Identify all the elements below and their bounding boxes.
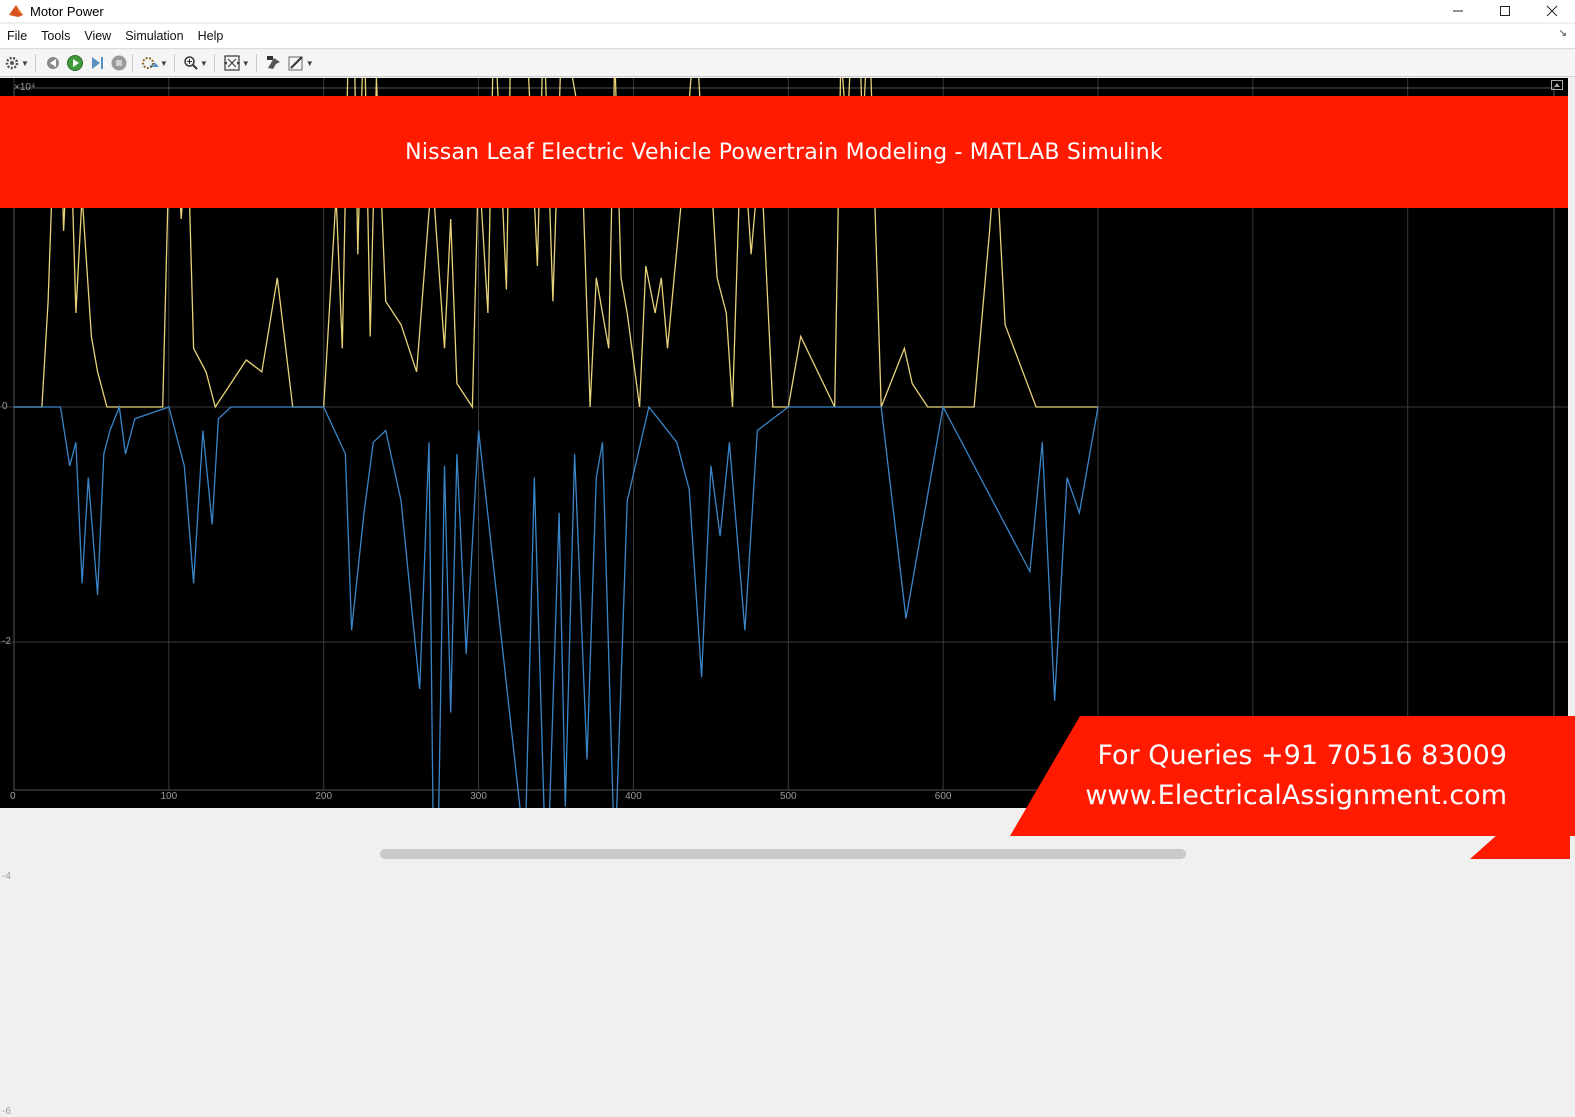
highlight-block-icon [266, 56, 280, 69]
minimize-icon [1452, 10, 1463, 12]
signal-selector-icon [141, 57, 159, 69]
banner-title: Nissan Leaf Electric Vehicle Powertrain … [405, 139, 1163, 165]
menu-view[interactable]: View [77, 24, 118, 48]
window-titlebar: Motor Power [0, 0, 1575, 22]
menu-simulation[interactable]: Simulation [118, 24, 190, 48]
autoscale-button[interactable]: ▼ [223, 52, 252, 74]
contact-overlay: For Queries +91 70516 83009 www.Electric… [1010, 716, 1575, 836]
signal-selector-button[interactable]: ▼ [141, 52, 170, 74]
toolbar: ▼ ▼ ▼ ▼ ▼ [0, 50, 1575, 77]
menu-help[interactable]: Help [191, 24, 231, 48]
chevron-down-icon[interactable]: ▼ [242, 59, 250, 68]
zoom-button[interactable]: ▼ [183, 52, 210, 74]
y-tick-label: -4 [2, 871, 11, 882]
x-tick-label: 400 [625, 791, 642, 802]
chevron-down-icon[interactable]: ▼ [200, 59, 208, 68]
title-banner: Nissan Leaf Electric Vehicle Powertrain … [0, 96, 1568, 208]
step-back-icon [46, 57, 59, 69]
x-tick-label: 500 [779, 791, 797, 802]
step-forward-icon [91, 57, 103, 69]
maximize-icon [1499, 6, 1510, 16]
stop-button[interactable] [110, 52, 128, 74]
y-tick-label: 0 [2, 401, 8, 412]
close-icon [1546, 5, 1557, 17]
highlight-block-button[interactable] [265, 52, 283, 74]
toolbar-divider [131, 54, 133, 72]
contact-phone: For Queries +91 70516 83009 [1097, 740, 1507, 771]
edit-icon [288, 56, 303, 71]
step-forward-button[interactable] [88, 52, 106, 74]
run-icon [66, 55, 83, 71]
zoom-icon [184, 56, 198, 70]
settings-button[interactable]: ▼ [4, 52, 31, 74]
menu-bar: File Tools View Simulation Help ↘ [0, 24, 1575, 49]
y-exponent-label: ×10⁴ [14, 82, 36, 93]
matlab-icon [9, 5, 23, 17]
chevron-down-icon[interactable]: ▼ [160, 59, 168, 68]
horizontal-scrollbar[interactable] [380, 849, 1186, 859]
x-tick-label: 200 [315, 791, 333, 802]
contact-website[interactable]: www.ElectricalAssignment.com [1085, 780, 1507, 811]
y-tick-label: -2 [2, 636, 11, 647]
series-line-negative [14, 404, 1099, 808]
y-tick-label: -6 [2, 1106, 11, 1117]
chevron-down-icon[interactable]: ▼ [21, 59, 29, 68]
chevron-down-icon[interactable]: ▼ [306, 59, 314, 68]
minimize-button[interactable] [1434, 0, 1481, 22]
toolbar-divider [255, 54, 257, 72]
window-controls [1434, 0, 1575, 22]
menu-file[interactable]: File [0, 24, 34, 48]
toolbar-divider [173, 54, 175, 72]
undock-icon[interactable]: ↘ [1559, 28, 1567, 39]
x-tick-label: 300 [470, 791, 487, 802]
autoscale-icon [223, 55, 240, 71]
menu-tools[interactable]: Tools [34, 24, 77, 48]
step-back-button[interactable] [44, 52, 62, 74]
close-button[interactable] [1528, 0, 1575, 22]
run-button[interactable] [66, 52, 84, 74]
window-title: Motor Power [30, 3, 104, 19]
edit-button[interactable]: ▼ [287, 52, 316, 74]
maximize-button[interactable] [1481, 0, 1528, 22]
toolbar-divider [34, 54, 36, 72]
x-tick-label: 600 [934, 791, 952, 802]
x-tick-label: 0 [10, 791, 16, 802]
toolbar-divider [213, 54, 215, 72]
expand-icon[interactable] [1551, 80, 1563, 90]
x-tick-label: 100 [160, 791, 178, 802]
settings-icon [5, 56, 19, 70]
stop-icon [111, 55, 127, 71]
